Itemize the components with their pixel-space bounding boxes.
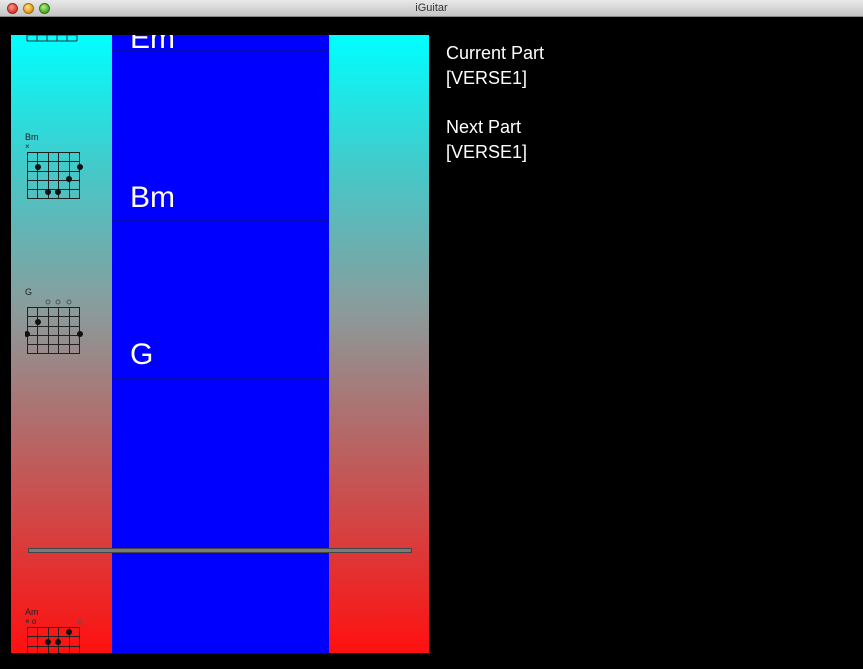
chord-stage: Em Bm G Bm × G Am × o xyxy=(11,35,429,653)
chord-diagram-am: Am × o xyxy=(25,607,83,653)
next-part-value: [VERSE1] xyxy=(446,142,528,162)
window-title: iGuitar xyxy=(415,2,448,14)
chord-divider xyxy=(112,49,329,51)
fretboard-grid-icon xyxy=(26,35,78,42)
chord-diagram-label: Am xyxy=(25,607,39,617)
chord-diagram-label: Bm xyxy=(25,132,39,142)
chord-diagram-label: G xyxy=(25,287,33,297)
chord-diagram-partial xyxy=(25,35,81,48)
chord-divider xyxy=(112,219,329,221)
fretboard-grid-icon: × xyxy=(25,142,83,199)
current-part-label: Current Part xyxy=(446,43,545,63)
chord-diagram-g: G xyxy=(25,287,83,359)
svg-text:×: × xyxy=(25,142,30,151)
playhead-bar xyxy=(28,548,412,553)
chord-track: Em Bm G xyxy=(112,35,329,653)
chord-diagram-bm: Bm × xyxy=(25,132,83,204)
svg-text:× o: × o xyxy=(25,617,37,626)
fretboard-grid-icon: × o xyxy=(25,617,83,653)
fretboard-grid-icon xyxy=(25,299,83,354)
next-part-label: Next Part xyxy=(446,117,522,137)
chord-divider xyxy=(112,377,329,379)
chord-label-bm: Bm xyxy=(130,181,175,214)
chord-label-em: Em xyxy=(130,35,175,55)
chord-label-g: G xyxy=(130,338,154,371)
current-part-value: [VERSE1] xyxy=(446,68,528,88)
title-bar: iGuitar xyxy=(0,0,863,17)
